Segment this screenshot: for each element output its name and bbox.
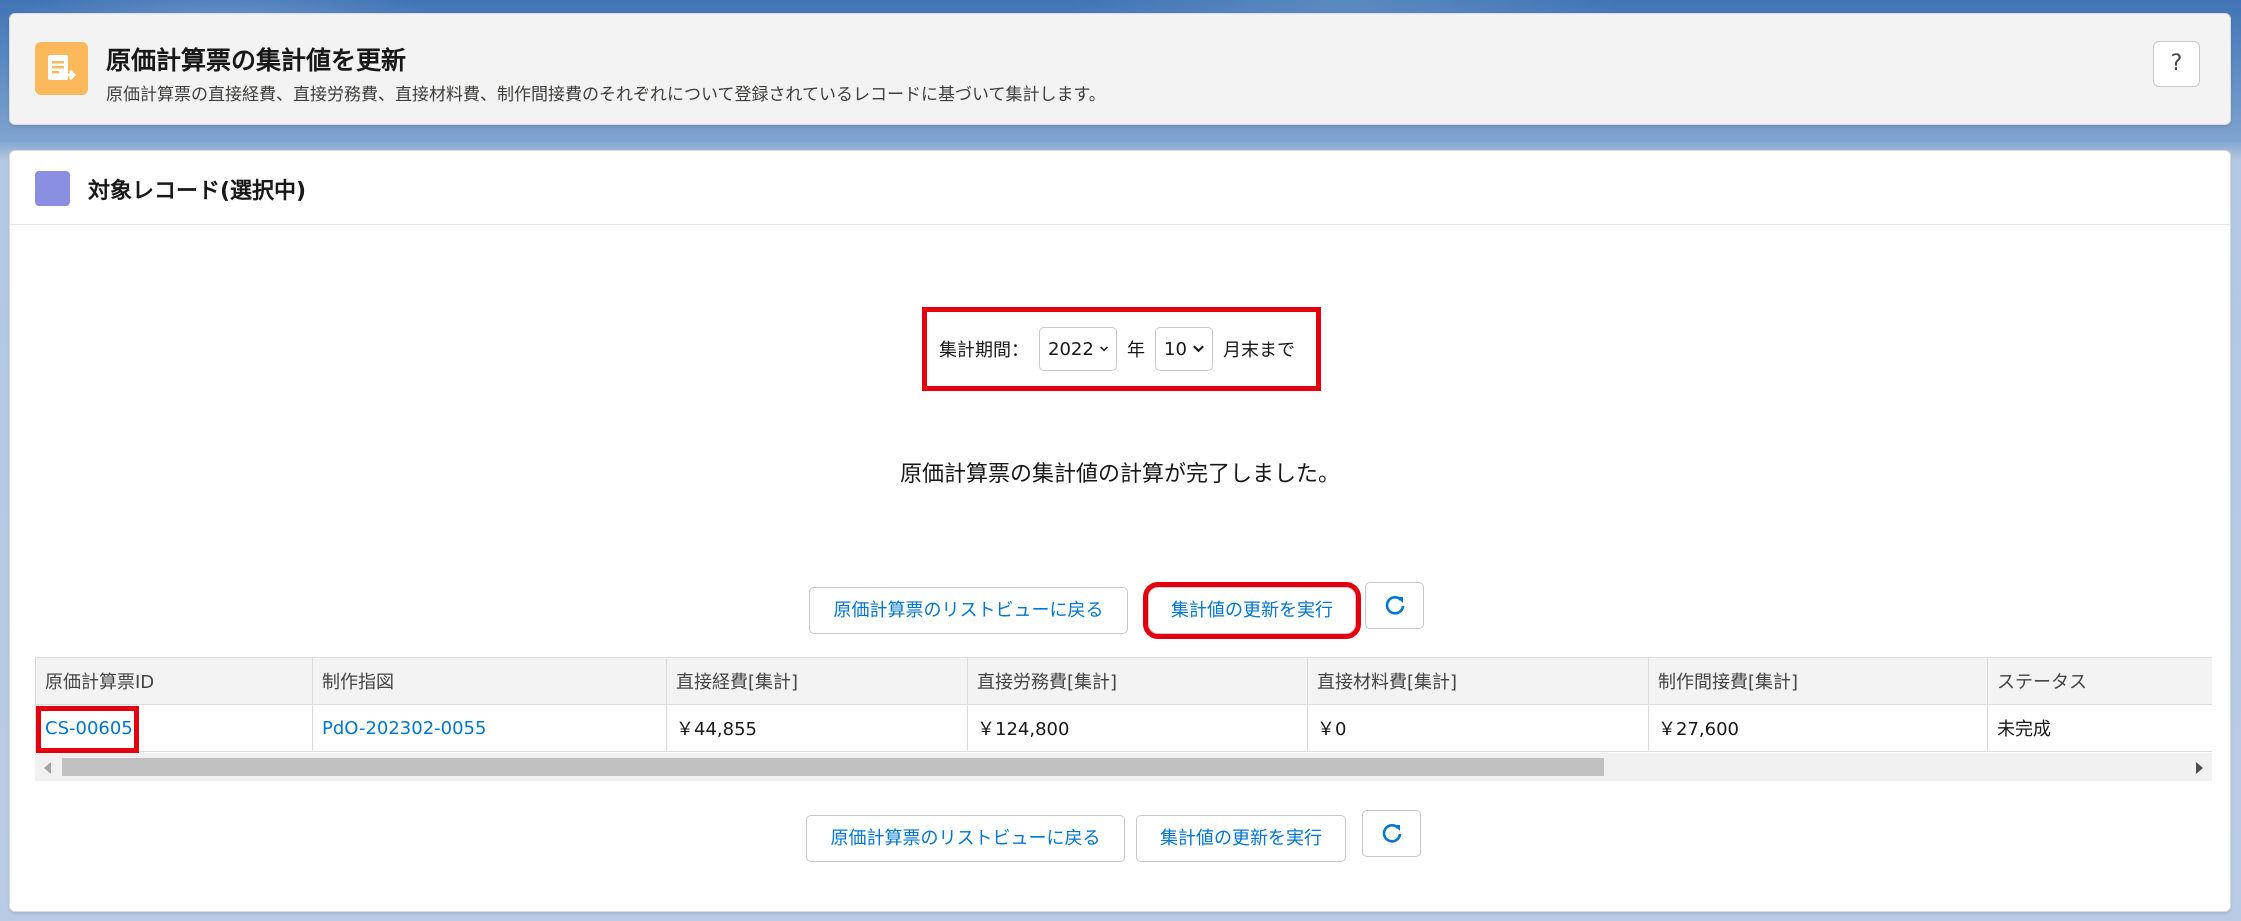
chevron-down-icon bbox=[1193, 345, 1204, 353]
status-cell: 未完成 bbox=[1987, 704, 2212, 752]
production-order-cell: PdO-202302-0055 bbox=[312, 704, 667, 752]
column-header[interactable]: ステータス bbox=[1987, 657, 2212, 705]
run-update-button-top[interactable]: 集計値の更新を実行 bbox=[1143, 582, 1361, 639]
page-header: 原価計算票の集計値を更新 原価計算票の直接経費、直接労務費、直接材料費、制作間接… bbox=[9, 13, 2231, 125]
refresh-icon bbox=[1385, 596, 1404, 615]
scroll-right-arrow-icon[interactable] bbox=[2196, 762, 2203, 774]
scroll-thumb[interactable] bbox=[62, 758, 1604, 776]
page-title: 原価計算票の集計値を更新 bbox=[106, 46, 407, 75]
help-button[interactable]: ? bbox=[2153, 41, 2200, 87]
card-title: 対象レコード(選択中) bbox=[88, 179, 307, 204]
back-to-list-button-bottom[interactable]: 原価計算票のリストビューに戻る bbox=[806, 815, 1125, 862]
month-value: 10 bbox=[1164, 338, 1187, 360]
document-update-icon bbox=[48, 55, 77, 81]
year-unit: 年 bbox=[1127, 340, 1145, 361]
refresh-button-top[interactable] bbox=[1365, 582, 1424, 629]
completion-message: 原価計算票の集計値の計算が完了しました。 bbox=[899, 462, 1340, 487]
column-header[interactable]: 原価計算票ID bbox=[35, 657, 313, 705]
back-to-list-button-top[interactable]: 原価計算票のリストビューに戻る bbox=[809, 587, 1128, 634]
scroll-left-arrow-icon[interactable] bbox=[44, 762, 51, 774]
run-update-button-bottom[interactable]: 集計値の更新を実行 bbox=[1136, 815, 1346, 862]
refresh-icon bbox=[1382, 824, 1401, 843]
year-value: 2022 bbox=[1048, 338, 1094, 360]
table-header-row: 原価計算票ID 制作指図 直接経費[集計] 直接労務費[集計] 直接材料費[集計… bbox=[35, 657, 2212, 705]
period-label: 集計期間： bbox=[939, 340, 1029, 361]
record-icon bbox=[35, 171, 70, 206]
column-header[interactable]: 直接経費[集計] bbox=[666, 657, 968, 705]
header-icon bbox=[35, 42, 88, 95]
month-suffix: 月末まで bbox=[1223, 340, 1295, 361]
column-header[interactable]: 制作指図 bbox=[312, 657, 667, 705]
target-records-card: 対象レコード(選択中) 集計期間： 2022 年 10 月末まで 原価計算票の集… bbox=[9, 150, 2231, 912]
table-cell: ￥124,800 bbox=[967, 704, 1308, 752]
card-header: 対象レコード(選択中) bbox=[10, 151, 2230, 225]
table-cell: ￥44,855 bbox=[666, 704, 968, 752]
period-selector-highlight: 集計期間： 2022 年 10 月末まで bbox=[922, 307, 1321, 391]
period-selector: 集計期間： 2022 年 10 月末まで bbox=[939, 327, 1295, 371]
id-highlight bbox=[36, 706, 139, 753]
month-select[interactable]: 10 bbox=[1155, 327, 1213, 371]
table-cell: ￥0 bbox=[1307, 704, 1649, 752]
horizontal-scrollbar[interactable] bbox=[35, 753, 2212, 781]
year-select[interactable]: 2022 bbox=[1039, 327, 1117, 371]
refresh-button-bottom[interactable] bbox=[1362, 810, 1421, 857]
chevron-down-icon bbox=[1099, 346, 1108, 352]
column-header[interactable]: 直接労務費[集計] bbox=[967, 657, 1308, 705]
table-cell: ￥27,600 bbox=[1648, 704, 1988, 752]
column-header[interactable]: 制作間接費[集計] bbox=[1648, 657, 1988, 705]
table-row: CS-00605 PdO-202302-0055 ￥44,855 ￥124,80… bbox=[35, 704, 2212, 753]
production-order-link[interactable]: PdO-202302-0055 bbox=[322, 718, 486, 739]
page-description: 原価計算票の直接経費、直接労務費、直接材料費、制作間接費のそれぞれについて登録さ… bbox=[106, 85, 1106, 105]
column-header[interactable]: 直接材料費[集計] bbox=[1307, 657, 1649, 705]
cost-sheet-id-cell: CS-00605 bbox=[35, 704, 313, 753]
